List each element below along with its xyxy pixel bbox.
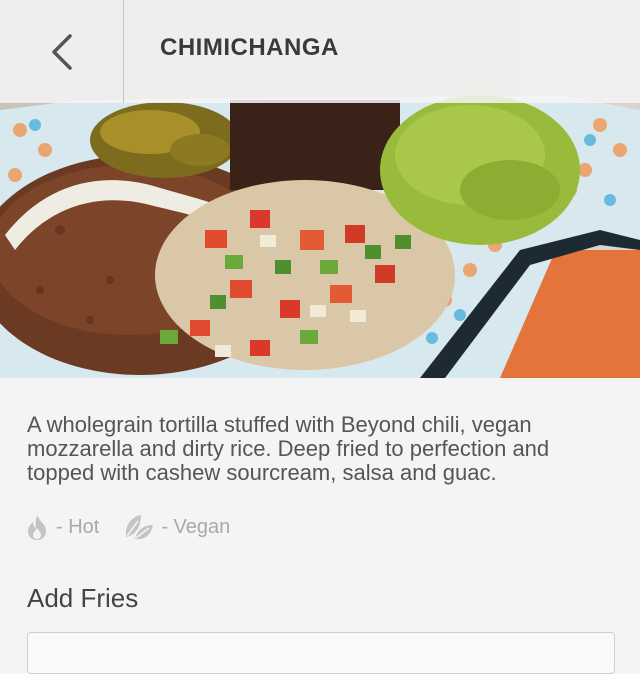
page-title: CHIMICHANGA bbox=[160, 34, 339, 61]
diet-tag-vegan-label: - Vegan bbox=[161, 515, 231, 538]
diet-tag-vegan: - Vegan bbox=[123, 513, 230, 541]
back-button[interactable] bbox=[0, 0, 124, 103]
item-description: A wholegrain tortilla stuffed with Beyon… bbox=[27, 412, 550, 485]
top-header: CHIMICHANGA bbox=[0, 0, 640, 103]
flame-icon bbox=[28, 515, 46, 540]
add-fries-select[interactable] bbox=[27, 632, 615, 674]
diet-tags: - Hot - Vegan bbox=[24, 513, 254, 541]
item-details: A wholegrain tortilla stuffed with Beyon… bbox=[0, 378, 640, 674]
diet-tag-hot-label: - Hot bbox=[56, 515, 100, 538]
chevron-left-icon bbox=[51, 33, 72, 70]
leaf-icon bbox=[126, 515, 154, 540]
add-fries-title: Add Fries bbox=[27, 583, 139, 613]
diet-tag-hot: - Hot bbox=[24, 513, 99, 541]
